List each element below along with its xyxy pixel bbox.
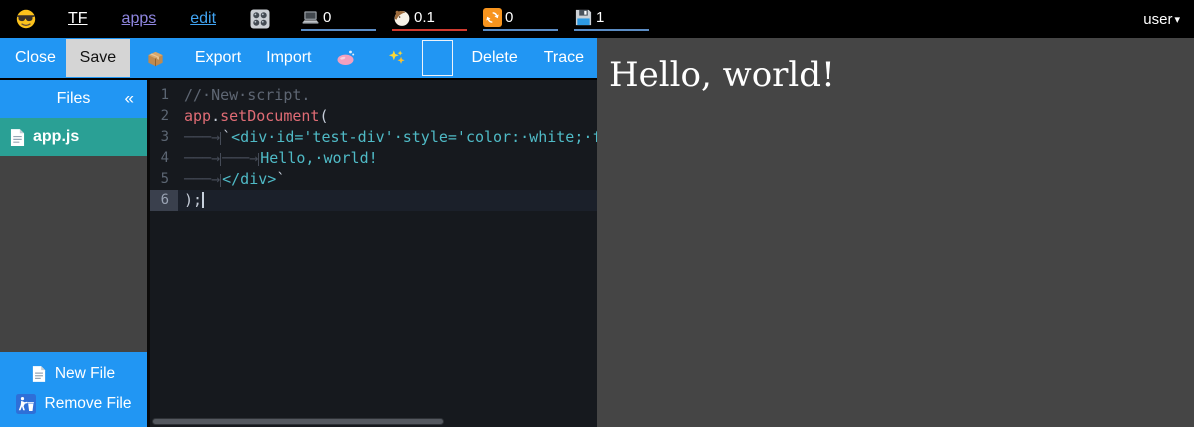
nav-edit-link[interactable]: edit (190, 10, 216, 28)
files-panel-header: Files « (0, 80, 147, 118)
new-file-label: New File (55, 365, 115, 383)
line-number: 3 (150, 127, 178, 148)
stat-value: 1 (596, 9, 604, 26)
code-line-2[interactable]: 2app.setDocument( (150, 106, 597, 127)
preview-pane: Hello, world! (597, 38, 1194, 427)
sparkles-icon (388, 49, 406, 67)
user-menu[interactable]: user ▾ (1143, 11, 1180, 28)
soap-button[interactable] (336, 48, 356, 68)
scrollbar-thumb[interactable] (152, 418, 444, 425)
close-button[interactable]: Close (15, 49, 56, 67)
package-button[interactable] (146, 49, 165, 68)
stat-value: 0.1 (414, 9, 435, 26)
stat-laptop-field[interactable]: 0 (301, 8, 376, 31)
editor-toolbar: Close Save Export Import (0, 38, 597, 80)
topbar: TF apps edit 0 (0, 0, 1194, 38)
line-number: 4 (150, 148, 178, 169)
soap-icon (336, 48, 356, 68)
stat-hamster-field[interactable]: 0.1 (392, 8, 467, 31)
trace-button[interactable]: Trace (544, 49, 584, 67)
stat-value: 0 (505, 9, 513, 26)
new-file-button[interactable]: New File (0, 365, 147, 383)
hamster-icon (392, 8, 411, 27)
floppy-disk-icon (574, 8, 593, 27)
preview-heading: Hello, world! (609, 55, 1194, 95)
sparkles-button[interactable] (388, 49, 406, 67)
new-file-page-icon (32, 365, 46, 383)
blank-button[interactable] (422, 40, 453, 76)
collapse-sidebar-button[interactable]: « (125, 89, 134, 109)
line-number: 1 (150, 85, 178, 106)
brand-link[interactable]: TF (68, 10, 88, 28)
export-button[interactable]: Export (195, 49, 241, 67)
remove-file-label: Remove File (45, 395, 132, 413)
app-root: TF apps edit 0 (0, 0, 1194, 427)
sunglasses-face-icon[interactable] (16, 9, 36, 29)
stat-value: 0 (323, 9, 331, 26)
resource-stats: 0 0.1 (301, 8, 649, 31)
text-cursor (202, 192, 204, 208)
code-line-1[interactable]: 1//·New·script. (150, 85, 597, 106)
stat-sync-field[interactable]: 0 (483, 8, 558, 31)
code-line-5[interactable]: 5───→</div>` (150, 169, 597, 190)
code-editor[interactable]: 1//·New·script.2app.setDocument(3───→`<d… (150, 80, 597, 427)
remove-file-button[interactable]: Remove File (0, 394, 147, 414)
code-line-6[interactable]: 6); (150, 190, 597, 211)
horizontal-scrollbar[interactable] (152, 418, 595, 425)
sidebar-actions: New File (0, 352, 147, 427)
code-line-4[interactable]: 4───→───→Hello,·world! (150, 148, 597, 169)
nav-apps-link[interactable]: apps (122, 10, 157, 28)
save-button[interactable]: Save (66, 39, 130, 77)
file-item-app-js[interactable]: app.js (0, 118, 147, 156)
import-button[interactable]: Import (266, 49, 311, 67)
line-number: 6 (150, 190, 178, 211)
laptop-icon (301, 8, 320, 27)
stat-floppy-field[interactable]: 1 (574, 8, 649, 31)
line-number: 2 (150, 106, 178, 127)
user-menu-label: user (1143, 11, 1172, 28)
file-list-empty-area (0, 156, 147, 352)
sync-arrows-icon (483, 8, 502, 27)
control-knobs-icon[interactable] (250, 9, 270, 29)
code-line-3[interactable]: 3───→`<div·id='test-div'·style='color:·w… (150, 127, 597, 148)
litter-bin-icon (16, 394, 36, 414)
file-item-label: app.js (33, 128, 79, 146)
package-icon (146, 49, 165, 68)
file-page-icon (10, 128, 25, 147)
files-panel-title: Files (57, 90, 91, 108)
caret-down-icon: ▾ (1174, 13, 1180, 26)
code-lines: 1//·New·script.2app.setDocument(3───→`<d… (150, 85, 597, 211)
files-sidebar: Files « app.js (0, 80, 147, 427)
delete-button[interactable]: Delete (472, 49, 518, 67)
line-number: 5 (150, 169, 178, 190)
